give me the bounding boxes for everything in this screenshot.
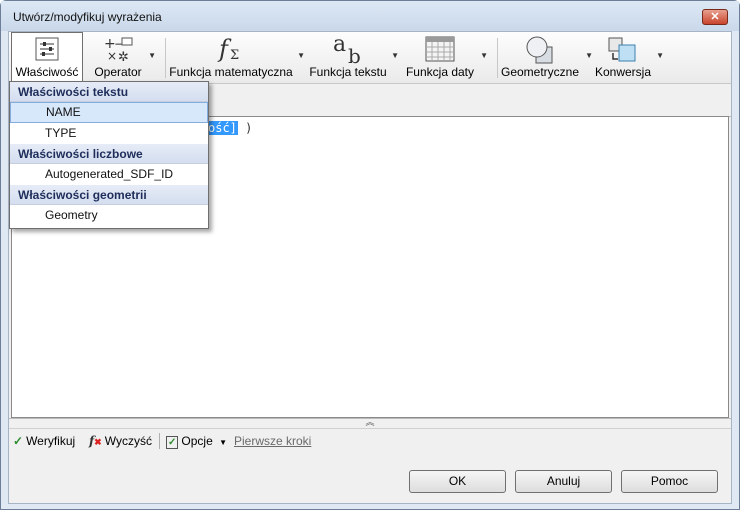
operator-button-label: Operator (94, 65, 142, 79)
options-check-icon: ✓ (166, 436, 179, 449)
close-icon: ✕ (710, 11, 720, 23)
chevron-down-icon[interactable]: ▼ (297, 51, 305, 60)
options-label: Opcje (181, 434, 213, 448)
date-function-button-label: Funkcja daty (405, 65, 475, 79)
title-bar: Utwórz/modyfikuj wyrażenia ✕ (1, 1, 739, 31)
geometry-button-label: Geometryczne (500, 65, 580, 79)
chevron-down-icon[interactable]: ▼ (148, 51, 156, 60)
svg-text:Σ: Σ (230, 48, 239, 63)
svg-text:a: a (333, 35, 346, 57)
action-bar: ✓ Weryfikuj f✖ Wyczyść ✓ Opcje ▼ Pierwsze k… (9, 428, 731, 454)
window-title: Utwórz/modyfikuj wyrażenia (13, 10, 162, 24)
dropdown-group-text: Właściwości tekstu (10, 82, 208, 102)
svg-text:b: b (348, 44, 361, 65)
text-function-button[interactable]: a b Funkcja tekstu ▼ (309, 32, 399, 82)
math-function-icon: f Σ (216, 35, 246, 66)
selected-text: ość] (207, 121, 238, 135)
action-divider (159, 433, 160, 449)
dropdown-group-geometry: Właściwości geometrii (10, 185, 208, 205)
cancel-button[interactable]: Anuluj (515, 470, 612, 493)
property-dropdown: Właściwości tekstu NAME TYPE Właściwości… (9, 81, 209, 229)
property-button[interactable]: Właściwość (11, 32, 83, 82)
verify-label: Weryfikuj (26, 434, 76, 448)
close-button[interactable]: ✕ (702, 9, 728, 25)
first-steps-link[interactable]: Pierwsze kroki (234, 434, 311, 448)
dialog-window: Utwórz/modyfikuj wyrażenia ✕ Właściwość … (0, 0, 740, 510)
svg-text:×: × (107, 49, 117, 63)
chevron-down-icon[interactable]: ▼ (391, 51, 399, 60)
geometry-button[interactable]: Geometryczne ▼ (499, 32, 593, 82)
expression-rest: ) (237, 121, 253, 135)
conversion-button-label: Konwersja (594, 65, 652, 79)
property-button-label: Właściwość (15, 65, 79, 79)
toolbar-divider (165, 38, 166, 78)
properties-icon (34, 36, 60, 65)
clear-label: Wyczyść (104, 434, 152, 448)
check-icon: ✓ (13, 434, 24, 448)
text-function-button-label: Funkcja tekstu (309, 65, 387, 79)
conversion-button[interactable]: Konwersja ▼ (594, 32, 664, 82)
conversion-icon (607, 35, 639, 68)
splitter-handle[interactable]: ︽ (9, 417, 731, 427)
dropdown-group-numeric: Właściwości liczbowe (10, 144, 208, 164)
date-function-icon (424, 35, 456, 66)
date-function-button[interactable]: Funkcja daty ▼ (404, 32, 488, 82)
dropdown-item-geometry[interactable]: Geometry (10, 205, 208, 226)
toolbar-divider (497, 38, 498, 78)
verify-action[interactable]: ✓ Weryfikuj (13, 434, 75, 448)
dropdown-item-name[interactable]: NAME (10, 102, 208, 123)
chevron-down-icon[interactable]: ▼ (656, 51, 664, 60)
operator-button[interactable]: + − × ✲ Operator ▼ (92, 32, 156, 82)
clear-function-icon: f✖ (89, 434, 102, 448)
chevron-down-icon[interactable]: ▼ (585, 51, 593, 60)
expression-text: ość] ) (207, 121, 252, 135)
help-button[interactable]: Pomoc (621, 470, 718, 493)
chevron-down-icon: ▼ (219, 438, 228, 447)
toolbar: Właściwość + − × ✲ Operator ▼ f Σ Funkcj… (9, 32, 731, 84)
clear-action[interactable]: f✖ Wyczyść (89, 434, 152, 448)
svg-text:✲: ✲ (118, 50, 129, 63)
geometry-icon (524, 35, 556, 68)
dropdown-item-type[interactable]: TYPE (10, 123, 208, 144)
chevron-down-icon[interactable]: ▼ (480, 51, 488, 60)
options-action[interactable]: ✓ Opcje ▼ (166, 434, 228, 449)
math-function-button[interactable]: f Σ Funkcja matematyczna ▼ (169, 32, 305, 82)
double-chevron-up-icon: ︽ (365, 417, 375, 427)
math-function-button-label: Funkcja matematyczna (169, 65, 293, 79)
text-function-icon: a b (331, 32, 365, 68)
operator-icon: + − × ✲ (102, 35, 134, 66)
ok-button[interactable]: OK (409, 470, 506, 493)
dropdown-item-autogenerated-id[interactable]: Autogenerated_SDF_ID (10, 164, 208, 185)
